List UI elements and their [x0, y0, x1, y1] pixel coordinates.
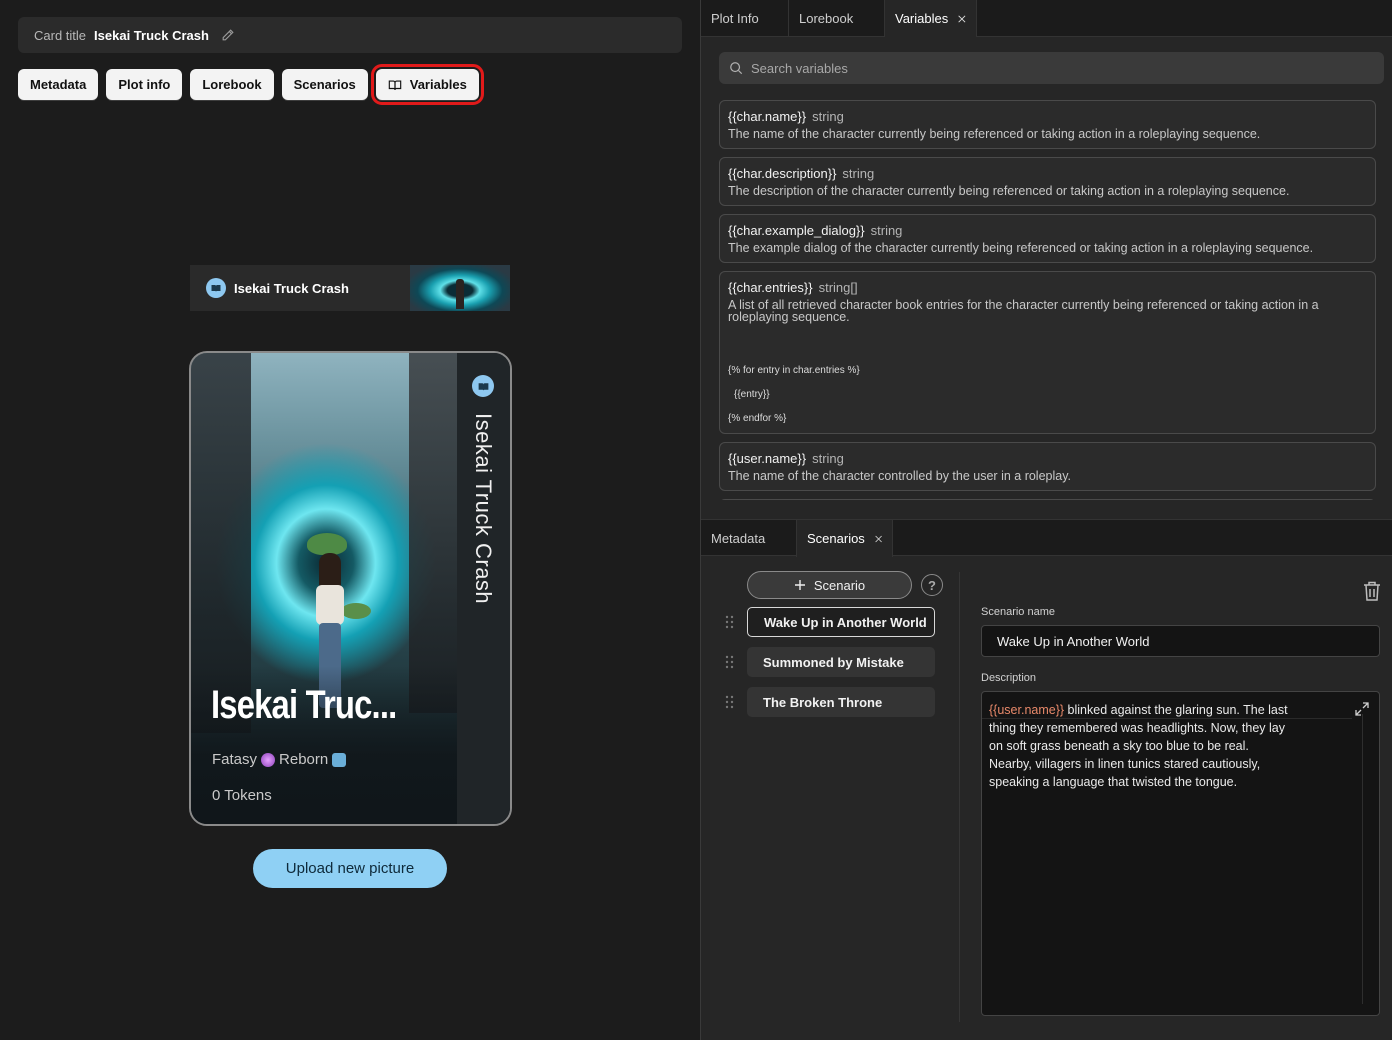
metadata-tab-button[interactable]: Metadata: [18, 69, 99, 100]
description-textarea[interactable]: {{user.name}} blinked against the glarin…: [981, 691, 1380, 1016]
banner-title: Isekai Truck Crash: [234, 280, 349, 296]
close-icon[interactable]: [958, 13, 966, 25]
variables-tab-button[interactable]: Variables: [370, 64, 484, 105]
top-tab-bar: Plot Info Lorebook Variables: [701, 0, 1392, 37]
book-icon: [388, 79, 402, 90]
banner-thumbnail: [410, 265, 510, 311]
character-card-preview[interactable]: Isekai Truck Crash Isekai Truc... Fatasy…: [189, 351, 512, 826]
search-variables-input[interactable]: Search variables: [719, 52, 1384, 84]
card-title-bar[interactable]: Card title Isekai Truck Crash: [18, 17, 682, 53]
tab-variables[interactable]: Variables: [885, 0, 977, 37]
card-tags: Fatasy Reborn: [212, 751, 347, 768]
scenario-name-label: Scenario name: [981, 606, 1055, 618]
card-banner-preview: Isekai Truck Crash: [190, 265, 510, 311]
card-token-count: 0 Tokens: [212, 787, 272, 804]
drag-handle-icon[interactable]: [725, 615, 735, 629]
variable-item: {{char.description}} string The descripti…: [719, 157, 1376, 206]
book-icon: [206, 278, 226, 298]
user-name-variable: {{user.name}}: [989, 703, 1065, 717]
scenario-item[interactable]: The Broken Throne: [719, 687, 939, 717]
card-big-title: Isekai Truc...: [211, 683, 397, 727]
description-label: Description: [981, 672, 1037, 684]
variable-code-example: {% for entry in char.entries %} {{entry}…: [728, 365, 860, 424]
card-title-value: Isekai Truck Crash: [94, 27, 209, 43]
crystal-ball-icon: [261, 752, 276, 767]
tab-plot-info[interactable]: Plot Info: [701, 0, 789, 37]
scrollbar[interactable]: [1362, 714, 1363, 1004]
scenarios-tab-button[interactable]: Scenarios: [281, 69, 368, 100]
card-side-strip: Isekai Truck Crash: [457, 353, 510, 824]
drag-handle-icon[interactable]: [725, 695, 735, 709]
scenario-item[interactable]: Wake Up in Another World: [719, 607, 939, 637]
card-editor-pane: Card title Isekai Truck Crash Metadata P…: [0, 0, 700, 1040]
scenario-name-input[interactable]: Wake Up in Another World: [981, 625, 1380, 657]
search-icon: [730, 62, 743, 75]
add-scenario-button[interactable]: Scenario: [747, 571, 912, 599]
drag-handle-icon[interactable]: [725, 655, 735, 669]
card-title-label: Card title: [34, 27, 87, 43]
pencil-icon[interactable]: [221, 28, 235, 42]
tab-scenarios[interactable]: Scenarios: [797, 520, 893, 557]
panel-divider: [959, 572, 960, 1022]
variable-item: [719, 499, 1376, 500]
section-tabs: Metadata Plot info Lorebook Scenarios Va…: [18, 64, 484, 105]
tab-lorebook[interactable]: Lorebook: [789, 0, 885, 37]
upload-picture-button[interactable]: Upload new picture: [253, 849, 447, 888]
plus-icon: [794, 580, 805, 590]
variable-item: {{char.example_dialog}} string The exampl…: [719, 214, 1376, 263]
book-icon: [472, 375, 494, 397]
plot-info-tab-button[interactable]: Plot info: [106, 69, 183, 100]
bottom-tab-bar: Metadata Scenarios: [701, 519, 1392, 557]
side-panels: Plot Info Lorebook Variables Search vari…: [700, 0, 1392, 1040]
trash-icon[interactable]: [1361, 580, 1383, 602]
scenario-item[interactable]: Summoned by Mistake: [719, 647, 939, 677]
variable-item: {{char.name}} string The name of the char…: [719, 100, 1376, 149]
variable-item: {{user.name}} string The name of the char…: [719, 442, 1376, 491]
help-icon[interactable]: ?: [921, 574, 943, 596]
variable-item: {{char.entries}} string[] A list of all r…: [719, 271, 1376, 434]
lorebook-tab-button[interactable]: Lorebook: [190, 69, 274, 100]
cycle-icon: [332, 752, 347, 767]
card-vertical-title: Isekai Truck Crash: [471, 413, 496, 605]
close-icon[interactable]: [875, 533, 882, 545]
tab-metadata[interactable]: Metadata: [701, 520, 797, 557]
variables-list: {{char.name}} string The name of the char…: [719, 100, 1376, 500]
